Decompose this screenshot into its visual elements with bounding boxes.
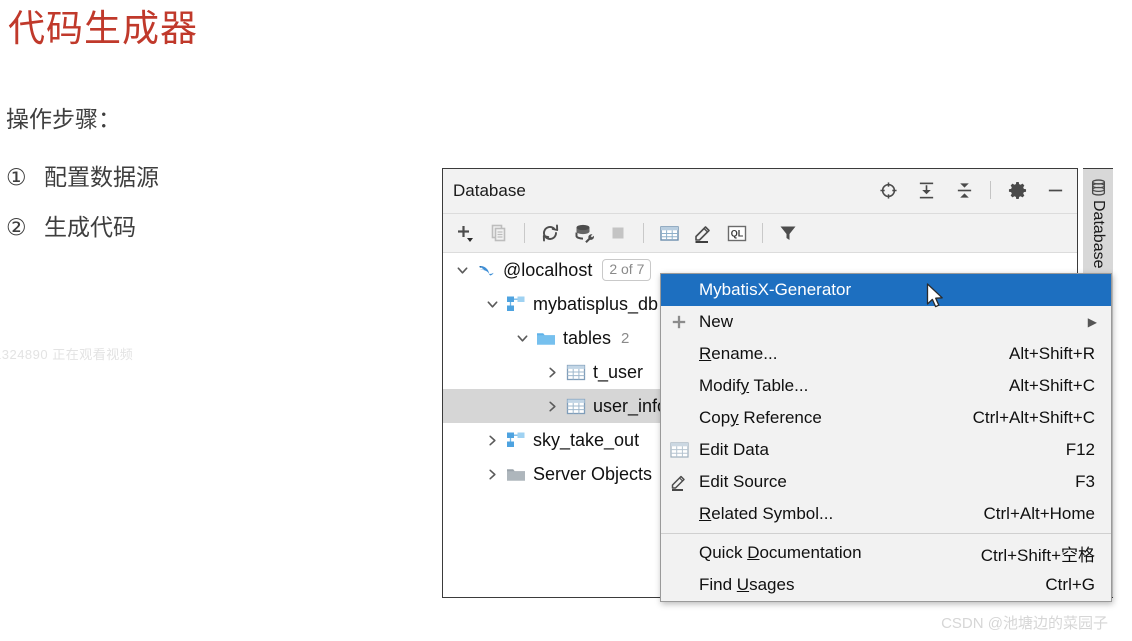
tree-node-label: Server Objects	[533, 463, 653, 484]
menu-item-shortcut: Ctrl+G	[1045, 575, 1095, 594]
menu-item-label: New	[699, 312, 734, 331]
menu-item-label: MybatisX-Generator	[699, 280, 852, 299]
schema-icon	[503, 295, 529, 313]
mysql-dolphin-icon	[473, 261, 499, 280]
menu-item-label: Copy Reference	[699, 408, 822, 427]
menu-item-shortcut: Alt+Shift+R	[1009, 344, 1095, 363]
steps-label: 操作步骤：	[6, 106, 121, 132]
menu-item-label: Find Usages	[699, 575, 795, 594]
menu-item-shortcut: Ctrl+Alt+Shift+C	[972, 408, 1095, 427]
menu-item-find-usages[interactable]: Find Usages Ctrl+G	[661, 569, 1111, 601]
database-side-tab-label: Database	[1090, 200, 1107, 269]
menu-item-edit-data[interactable]: Edit Data F12	[661, 434, 1111, 466]
menu-item-label: Quick Documentation	[699, 543, 862, 562]
step-text: 生成代码	[44, 214, 136, 240]
submenu-arrow-icon: ▶	[1087, 315, 1097, 329]
watermark-csdn: CSDN @池塘边的菜园子	[941, 615, 1108, 632]
menu-item-shortcut: F3	[1075, 472, 1095, 491]
connection-count-badge: 2 of 7	[602, 259, 652, 281]
filter-button[interactable]	[774, 219, 802, 247]
menu-item-label: Rename...	[699, 344, 778, 363]
menu-item-label: Edit Source	[699, 472, 787, 491]
header-separator	[990, 181, 991, 199]
schema-icon	[503, 431, 529, 449]
menu-item-label: Modify Table...	[699, 376, 809, 395]
menu-item-shortcut: F12	[1065, 440, 1095, 459]
step-item-2: ② 生成代码	[6, 212, 136, 242]
expand-all-icon[interactable]	[914, 177, 938, 203]
chevron-right-icon[interactable]	[481, 434, 503, 447]
db-tools-button[interactable]	[570, 219, 598, 247]
plus-icon	[661, 314, 697, 330]
menu-item-mybatisx-generator[interactable]: MybatisX-Generator	[661, 274, 1111, 306]
settings-gear-icon[interactable]	[1005, 177, 1029, 203]
watermark-viewer-count: 1324890 正在观看视频	[0, 347, 134, 362]
menu-item-label: Edit Data	[699, 440, 769, 459]
folder-icon	[533, 330, 559, 347]
table-icon	[661, 442, 697, 458]
tree-node-label: sky_take_out	[533, 429, 640, 450]
query-console-button[interactable]: QL	[723, 219, 751, 247]
refresh-button[interactable]	[536, 219, 564, 247]
menu-item-quick-documentation[interactable]: Quick Documentation Ctrl+Shift+空格	[661, 537, 1111, 569]
database-panel-header: Database	[443, 169, 1077, 214]
page-title: 代码生成器	[8, 8, 198, 49]
database-toolbar: QL	[443, 214, 1077, 253]
tree-node-label: tables	[563, 327, 612, 348]
table-icon	[563, 398, 589, 415]
chevron-right-icon[interactable]	[541, 400, 563, 413]
context-menu: MybatisX-Generator New ▶ Rename... Alt+S…	[660, 273, 1112, 602]
toolbar-separator	[762, 223, 763, 243]
tables-count: 2	[621, 329, 630, 347]
svg-text:QL: QL	[731, 228, 744, 238]
edit-source-button[interactable]	[689, 219, 717, 247]
pencil-icon	[661, 474, 697, 491]
database-panel-title: Database	[453, 181, 526, 200]
data-editor-button[interactable]	[655, 219, 683, 247]
step-text: 配置数据源	[44, 164, 159, 190]
menu-item-label: Related Symbol...	[699, 504, 834, 523]
minimize-icon[interactable]	[1043, 177, 1067, 203]
duplicate-button[interactable]	[485, 219, 513, 247]
chevron-down-icon[interactable]	[451, 264, 473, 277]
menu-item-shortcut: Ctrl+Alt+Home	[983, 504, 1095, 523]
locate-icon[interactable]	[876, 177, 900, 203]
menu-item-shortcut: Ctrl+Shift+空格	[980, 545, 1095, 565]
menu-item-modify-table[interactable]: Modify Table... Alt+Shift+C	[661, 370, 1111, 402]
toolbar-separator	[643, 223, 644, 243]
database-cylinder-icon	[1088, 179, 1108, 196]
step-number: ②	[6, 214, 27, 240]
tree-node-label: mybatisplus_db	[533, 293, 659, 314]
menu-separator	[661, 533, 1111, 534]
menu-item-related-symbol[interactable]: Related Symbol... Ctrl+Alt+Home	[661, 498, 1111, 530]
menu-item-rename[interactable]: Rename... Alt+Shift+R	[661, 338, 1111, 370]
menu-item-edit-source[interactable]: Edit Source F3	[661, 466, 1111, 498]
tree-node-label: t_user	[593, 361, 644, 382]
folder-grey-icon	[503, 466, 529, 483]
step-item-1: ① 配置数据源	[6, 162, 159, 192]
tree-node-label: user_info	[593, 395, 668, 416]
chevron-down-icon[interactable]	[481, 298, 503, 311]
toolbar-separator	[524, 223, 525, 243]
tree-node-label: @localhost	[503, 259, 593, 280]
table-icon	[563, 364, 589, 381]
menu-item-copy-reference[interactable]: Copy Reference Ctrl+Alt+Shift+C	[661, 402, 1111, 434]
collapse-all-icon[interactable]	[952, 177, 976, 203]
menu-item-shortcut: Alt+Shift+C	[1009, 376, 1095, 395]
stop-button[interactable]	[604, 219, 632, 247]
chevron-down-icon[interactable]	[511, 332, 533, 345]
menu-item-new[interactable]: New ▶	[661, 306, 1111, 338]
add-data-source-button[interactable]	[451, 219, 479, 247]
database-header-actions	[876, 177, 1067, 203]
chevron-right-icon[interactable]	[541, 366, 563, 379]
chevron-right-icon[interactable]	[481, 468, 503, 481]
step-number: ①	[6, 164, 27, 190]
